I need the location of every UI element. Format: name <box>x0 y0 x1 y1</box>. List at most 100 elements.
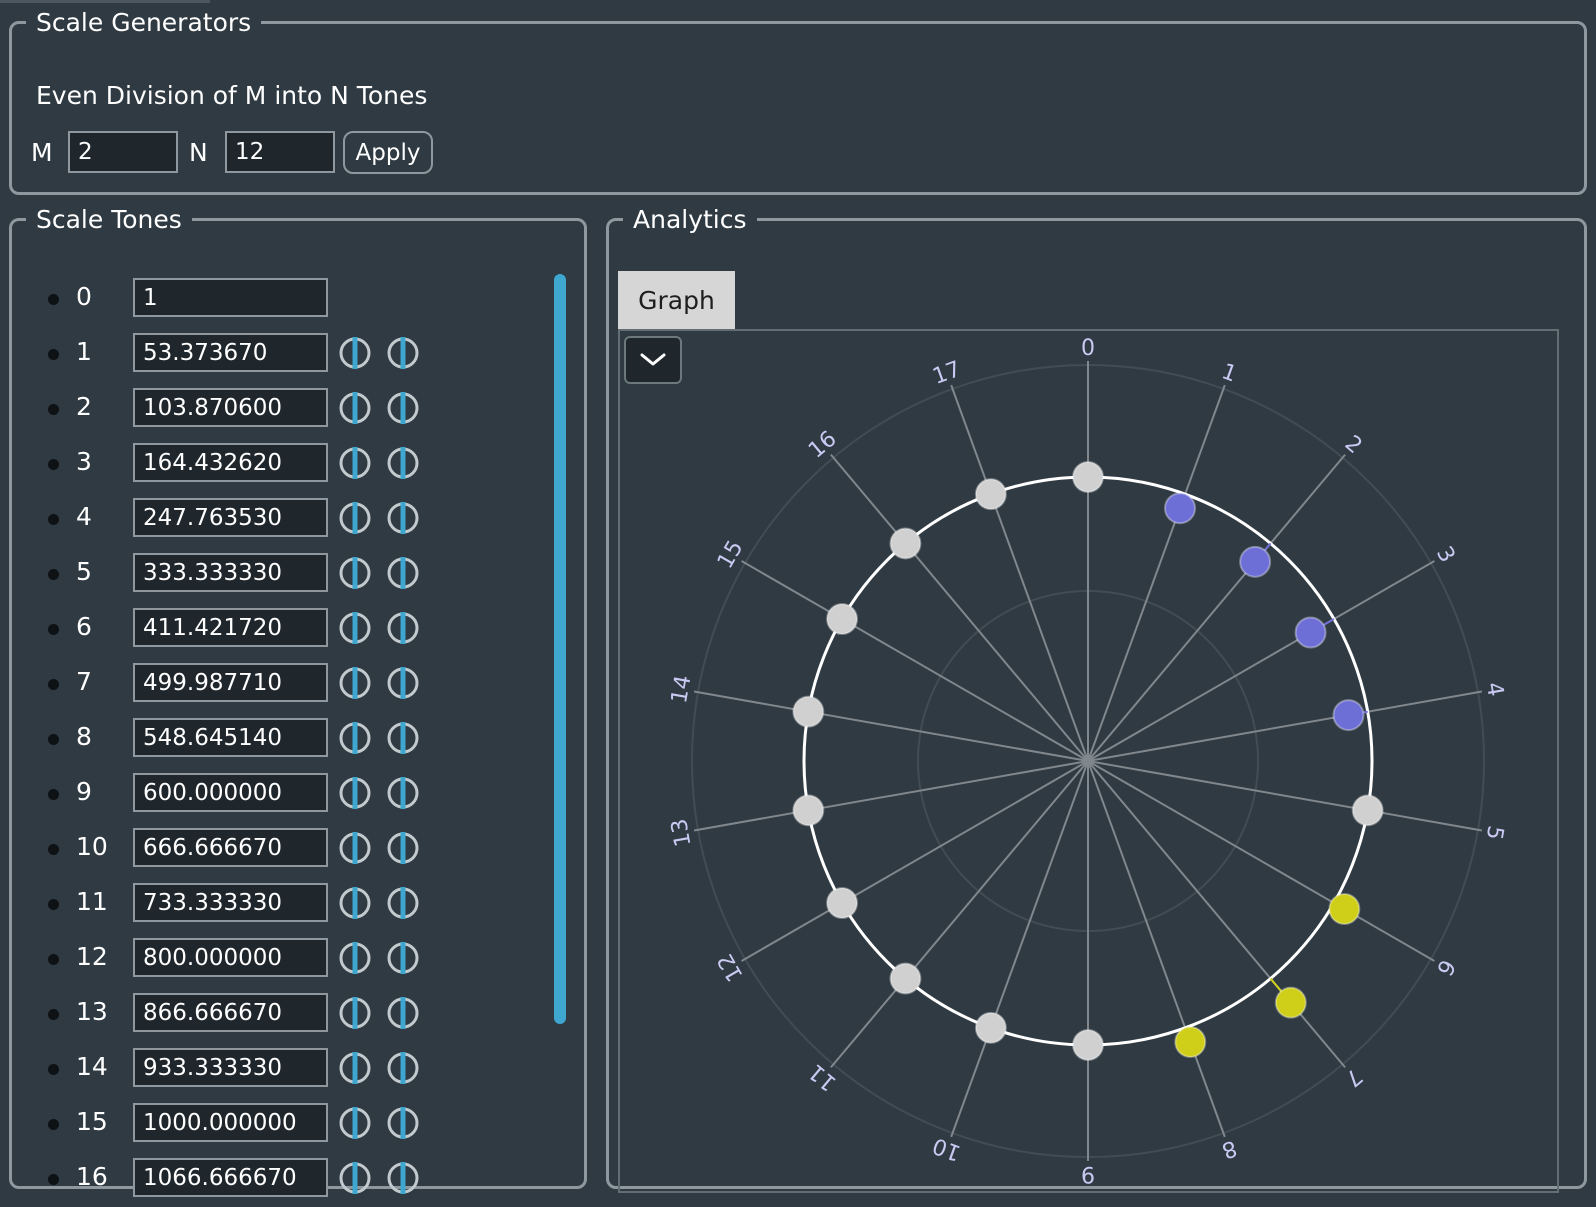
tone-row: 6 <box>12 602 552 657</box>
tone-row: 10 <box>12 822 552 877</box>
tone-row: 9 <box>12 767 552 822</box>
scale-tones-legend: Scale Tones <box>36 205 182 234</box>
tune-knob-icon[interactable] <box>337 1050 373 1086</box>
bullet-icon <box>48 1064 59 1075</box>
spoke-label: 5 <box>1481 824 1508 842</box>
tune-knob-icon[interactable] <box>337 1160 373 1196</box>
tune-knob-icon[interactable] <box>385 1050 421 1086</box>
tone-point <box>1351 794 1384 827</box>
tune-knob-icon[interactable] <box>337 335 373 371</box>
tune-knob-icon[interactable] <box>385 555 421 591</box>
tune-knob-icon[interactable] <box>385 500 421 536</box>
tune-knob-icon[interactable] <box>385 995 421 1031</box>
scale-tones-panel: Scale Tones 012345678910111213141516 <box>9 205 587 1197</box>
tone-value-input[interactable] <box>133 993 328 1032</box>
spoke-line <box>1087 384 1226 762</box>
tune-knob-icon[interactable] <box>337 940 373 976</box>
tone-point <box>1274 986 1307 1019</box>
tone-index: 9 <box>76 777 92 806</box>
tone-value-input[interactable] <box>133 663 328 702</box>
tone-value-input[interactable] <box>133 938 328 977</box>
tone-value-input[interactable] <box>133 883 328 922</box>
tone-value-input[interactable] <box>133 1158 328 1197</box>
tune-knob-icon[interactable] <box>337 720 373 756</box>
tone-value-input[interactable] <box>133 773 328 812</box>
generator-title: Even Division of M into N Tones <box>36 81 428 110</box>
m-input[interactable] <box>68 131 178 173</box>
tone-index: 5 <box>76 557 92 586</box>
tune-knob-icon[interactable] <box>385 720 421 756</box>
n-input[interactable] <box>225 131 335 173</box>
tune-knob-icon[interactable] <box>337 995 373 1031</box>
spoke-label: 14 <box>667 673 696 705</box>
tune-knob-icon[interactable] <box>337 830 373 866</box>
tune-knob-icon[interactable] <box>337 555 373 591</box>
spoke-label: 6 <box>1431 955 1460 980</box>
tune-knob-icon[interactable] <box>337 775 373 811</box>
tune-knob-icon[interactable] <box>385 1105 421 1141</box>
tune-knob-icon[interactable] <box>337 390 373 426</box>
bullet-icon <box>48 1009 59 1020</box>
tone-index: 12 <box>76 942 108 971</box>
tune-knob-icon[interactable] <box>385 335 421 371</box>
tone-value-input[interactable] <box>133 553 328 592</box>
tune-knob-icon[interactable] <box>385 830 421 866</box>
tone-value-input[interactable] <box>133 333 328 372</box>
tune-knob-icon[interactable] <box>385 445 421 481</box>
tone-value-input[interactable] <box>133 278 328 317</box>
tone-row: 15 <box>12 1097 552 1152</box>
tone-index: 2 <box>76 392 92 421</box>
tone-value-input[interactable] <box>133 388 328 427</box>
tune-knob-icon[interactable] <box>385 775 421 811</box>
tone-index: 0 <box>76 282 92 311</box>
tab-graph[interactable]: Graph <box>618 271 735 329</box>
tone-point <box>792 794 825 827</box>
tone-index: 1 <box>76 337 92 366</box>
tone-value-input[interactable] <box>133 443 328 482</box>
spoke-label: 10 <box>929 1132 964 1165</box>
tune-knob-icon[interactable] <box>385 940 421 976</box>
bullet-icon <box>48 789 59 800</box>
tune-knob-icon[interactable] <box>385 665 421 701</box>
spoke-label: 8 <box>1218 1134 1240 1162</box>
scale-generators-legend: Scale Generators <box>36 8 252 37</box>
graph-area: 0 1 2 3 4 5 6 7 8 9 10 11 12 13 14 15 16 17 <box>618 329 1559 1193</box>
tune-knob-icon[interactable] <box>337 885 373 921</box>
tune-knob-icon[interactable] <box>385 1160 421 1196</box>
tone-index: 16 <box>76 1162 108 1191</box>
tune-knob-icon[interactable] <box>337 1105 373 1141</box>
tone-point <box>1332 699 1365 732</box>
tune-knob-icon[interactable] <box>385 390 421 426</box>
tone-point <box>1174 1025 1207 1058</box>
tone-row: 12 <box>12 932 552 987</box>
tone-list-scrollbar[interactable] <box>554 274 566 1024</box>
tone-value-input[interactable] <box>133 718 328 757</box>
m-label: M <box>31 138 53 167</box>
tone-value-input[interactable] <box>133 1103 328 1142</box>
tune-knob-icon[interactable] <box>337 445 373 481</box>
bullet-icon <box>48 349 59 360</box>
spoke-line <box>1087 453 1346 762</box>
tone-value-input[interactable] <box>133 498 328 537</box>
tone-value-input[interactable] <box>133 1048 328 1087</box>
tune-knob-icon[interactable] <box>337 665 373 701</box>
spoke-label: 16 <box>804 426 842 463</box>
spoke-line <box>1087 760 1226 1138</box>
tone-index: 10 <box>76 832 108 861</box>
tone-value-input[interactable] <box>133 608 328 647</box>
tone-row: 14 <box>12 1042 552 1097</box>
tone-value-input[interactable] <box>133 828 328 867</box>
apply-button[interactable]: Apply <box>343 131 433 174</box>
graph-options-dropdown[interactable] <box>624 336 682 384</box>
bullet-icon <box>48 294 59 305</box>
bullet-icon <box>48 569 59 580</box>
tune-knob-icon[interactable] <box>385 885 421 921</box>
tune-knob-icon[interactable] <box>337 610 373 646</box>
spoke-label: 3 <box>1431 542 1460 567</box>
tune-knob-icon[interactable] <box>337 500 373 536</box>
tune-knob-icon[interactable] <box>385 610 421 646</box>
bullet-icon <box>48 404 59 415</box>
tone-index: 14 <box>76 1052 108 1081</box>
tone-point <box>1164 492 1197 525</box>
tone-point <box>974 478 1007 511</box>
